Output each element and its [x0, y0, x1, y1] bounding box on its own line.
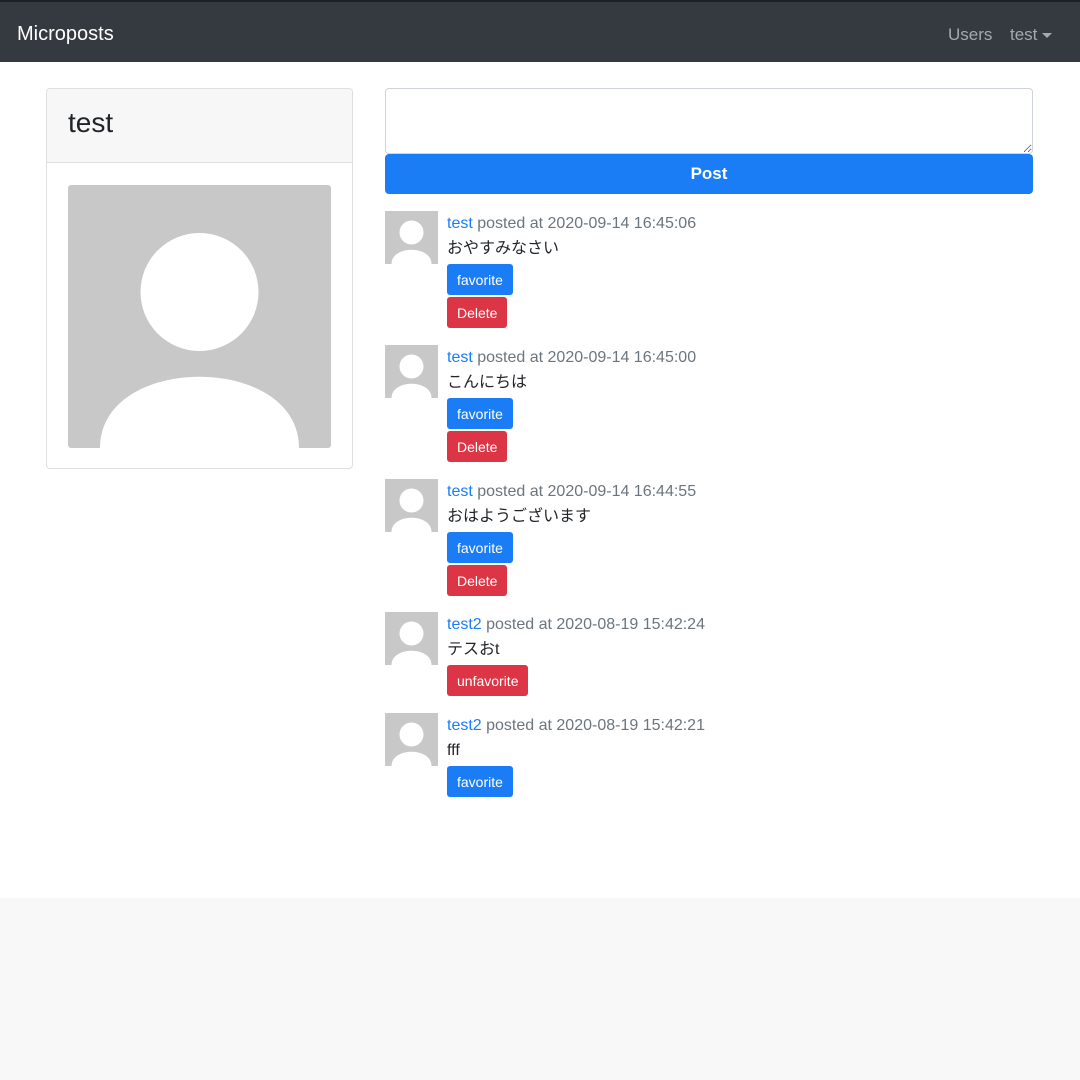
- avatar: [385, 713, 438, 766]
- avatar: [385, 345, 438, 398]
- brand-link[interactable]: Microposts: [17, 22, 114, 46]
- post-body: test2 posted at 2020-08-19 15:42:24 テスおt…: [447, 612, 1027, 696]
- navbar: Microposts Users test: [0, 0, 1080, 62]
- delete-button[interactable]: Delete: [447, 431, 508, 462]
- post-content: おやすみなさい: [447, 240, 560, 257]
- delete-button[interactable]: Delete: [447, 297, 508, 328]
- post-meta: test posted at 2020-09-14 16:44:55: [447, 479, 1027, 505]
- post-meta: test posted at 2020-09-14 16:45:06: [447, 211, 1027, 237]
- user-placeholder-icon: [391, 220, 432, 264]
- profile-card: test: [46, 88, 353, 469]
- user-placeholder-icon: [391, 621, 432, 665]
- post-content: テスおt: [447, 641, 500, 658]
- post-body: test posted at 2020-09-14 16:44:55 おはようご…: [447, 479, 1027, 596]
- user-placeholder-icon: [391, 354, 432, 398]
- post-user-link[interactable]: test2: [447, 717, 482, 734]
- post-timestamp: posted at 2020-09-14 16:45:06: [472, 215, 697, 232]
- post-body: test posted at 2020-09-14 16:45:06 おやすみな…: [447, 211, 1027, 328]
- favorite-button[interactable]: favorite: [447, 532, 513, 563]
- unfavorite-button[interactable]: unfavorite: [447, 665, 529, 696]
- favorite-button[interactable]: favorite: [447, 398, 513, 429]
- favorite-button[interactable]: favorite: [447, 264, 513, 295]
- post-user-link[interactable]: test: [447, 483, 473, 500]
- post-body: test posted at 2020-09-14 16:45:00 こんにちは…: [447, 345, 1027, 462]
- post-body: test2 posted at 2020-08-19 15:42:21 fff …: [447, 713, 1027, 797]
- post-button[interactable]: Post: [385, 154, 1033, 194]
- post-timestamp: posted at 2020-08-19 15:42:24: [481, 616, 705, 633]
- post-meta: test2 posted at 2020-08-19 15:42:21: [447, 713, 1027, 739]
- post-content: おはようございます: [447, 508, 592, 525]
- caret-down-icon: [1042, 33, 1053, 38]
- post-content-input[interactable]: [385, 88, 1033, 154]
- users-link[interactable]: Users: [948, 24, 992, 46]
- user-placeholder-icon: [100, 233, 299, 448]
- profile-header: test: [47, 89, 352, 163]
- avatar: [385, 479, 438, 532]
- avatar: [385, 211, 438, 264]
- post-meta: test2 posted at 2020-08-19 15:42:24: [447, 612, 1027, 638]
- post-timestamp: posted at 2020-09-14 16:44:55: [472, 483, 697, 500]
- post-content: fff: [447, 742, 460, 759]
- avatar: [385, 612, 438, 665]
- post-content: こんにちは: [447, 374, 528, 391]
- user-placeholder-icon: [391, 722, 432, 766]
- user-placeholder-icon: [391, 488, 432, 532]
- avatar: [68, 185, 331, 448]
- user-menu-label: test: [1010, 25, 1038, 44]
- post-timestamp: posted at 2020-09-14 16:45:00: [472, 349, 697, 366]
- post-user-link[interactable]: test2: [447, 616, 482, 633]
- post-timestamp: posted at 2020-08-19 15:42:21: [481, 717, 705, 734]
- delete-button[interactable]: Delete: [447, 565, 508, 596]
- profile-name: test: [68, 107, 114, 138]
- post-user-link[interactable]: test: [447, 215, 473, 232]
- user-menu-dropdown[interactable]: test: [1010, 24, 1053, 46]
- favorite-button[interactable]: favorite: [447, 766, 513, 797]
- post-meta: test posted at 2020-09-14 16:45:00: [447, 345, 1027, 371]
- post-user-link[interactable]: test: [447, 349, 473, 366]
